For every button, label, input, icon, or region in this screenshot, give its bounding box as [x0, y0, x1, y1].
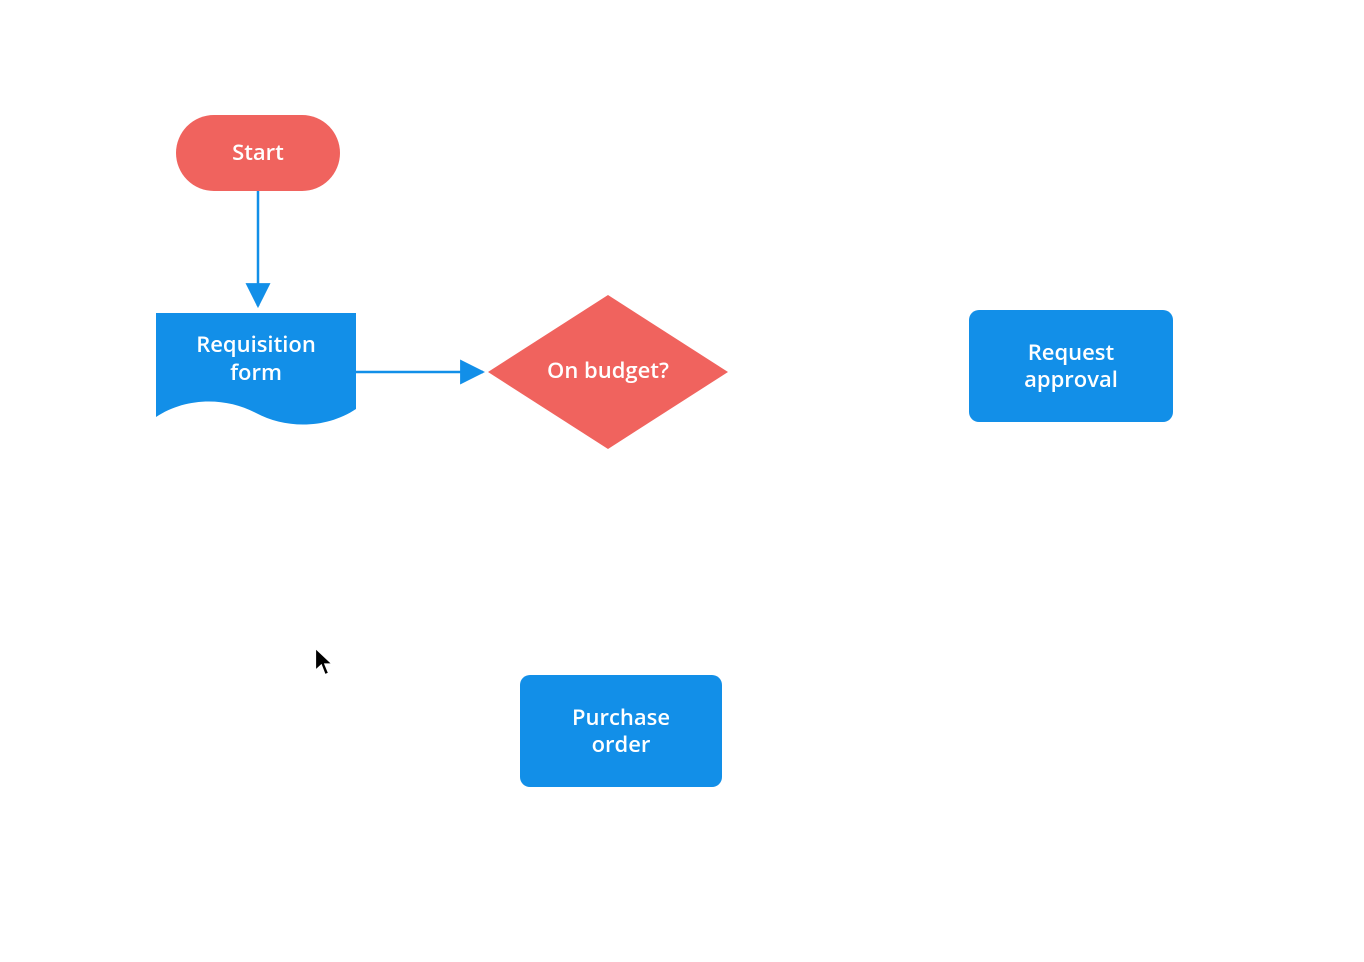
- node-requisition-form[interactable]: Requisition form: [156, 313, 356, 429]
- node-purchase-order-label: Purchase order: [572, 704, 670, 759]
- node-start[interactable]: Start: [176, 115, 340, 191]
- node-request-approval[interactable]: Request approval: [969, 310, 1173, 422]
- mouse-cursor-icon: [314, 647, 336, 677]
- node-purchase-order[interactable]: Purchase order: [520, 675, 722, 787]
- node-on-budget-label: On budget?: [488, 357, 728, 385]
- node-start-label: Start: [232, 139, 284, 167]
- node-requisition-form-label: Requisition form: [156, 331, 356, 386]
- flowchart-canvas[interactable]: Start Requisition form On budget? Reques…: [0, 0, 1364, 962]
- node-request-approval-label: Request approval: [1024, 339, 1118, 394]
- node-on-budget[interactable]: On budget?: [488, 295, 728, 449]
